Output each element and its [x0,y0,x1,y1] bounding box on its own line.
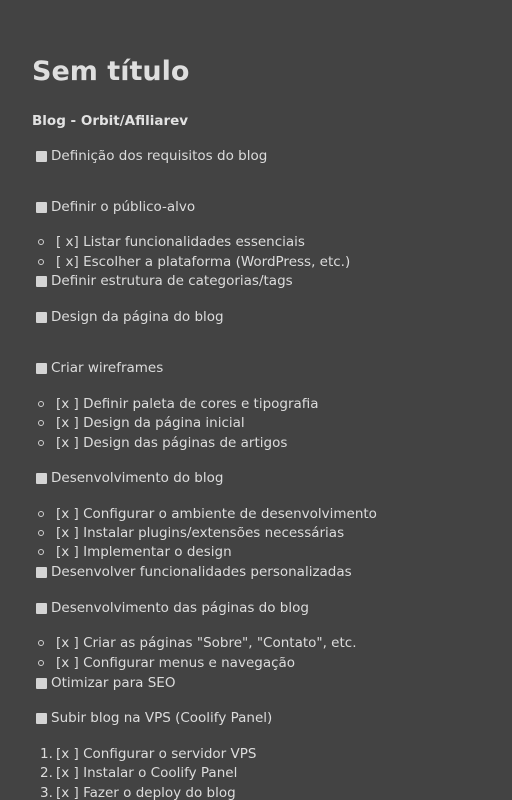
list-item-label: [x ] Configurar o ambiente de desenvolvi… [56,506,377,522]
checkbox-icon[interactable] [36,677,47,689]
task-item: Desenvolvimento do blog [36,469,223,487]
list-item: [x ] Instalar plugins/extensões necessár… [38,524,344,542]
bullet-icon [38,530,44,536]
task-item: Otimizar para SEO [36,674,175,692]
list-item-label: [x ] Design das páginas de artigos [56,435,288,451]
task-label: Desenvolver funcionalidades personalizad… [51,564,352,580]
bullet-icon [38,239,44,245]
task-item: Definir o público-alvo [36,198,195,216]
list-item-label: [ x] Listar funcionalidades essenciais [56,234,305,250]
bullet-icon [38,420,44,426]
checkbox-icon[interactable] [36,275,47,287]
list-item: [x ] Implementar o design [38,543,232,561]
task-label: Otimizar para SEO [51,675,176,691]
item-number: 3. [40,785,53,800]
checkbox-icon[interactable] [36,712,47,724]
task-label: Desenvolvimento do blog [51,470,224,486]
numbered-item-label: [x ] Configurar o servidor VPS [56,746,257,762]
page-title[interactable]: Sem título [32,55,189,89]
task-item: Subir blog na VPS (Coolify Panel) [36,709,272,727]
task-item: Desenvolver funcionalidades personalizad… [36,563,352,581]
checkbox-icon[interactable] [36,472,47,484]
numbered-item: 2. [x ] Instalar o Coolify Panel [40,764,237,782]
task-item: Design da página do blog [36,308,224,326]
numbered-item: 3. [x ] Fazer o deploy do blog [40,784,236,800]
task-item: Criar wireframes [36,359,163,377]
list-item-label: [x ] Design da página inicial [56,415,245,431]
bullet-icon [38,259,44,265]
task-label: Definir estrutura de categorias/tags [51,273,293,289]
checkbox-icon[interactable] [36,150,47,162]
bullet-icon [38,440,44,446]
list-item: [x ] Criar as páginas "Sobre", "Contato"… [38,634,357,652]
section-heading: Blog - Orbit/Afiliarev [32,113,189,129]
list-item-label: [ x] Escolher a plataforma (WordPress, e… [56,254,351,270]
list-item-label: [x ] Configurar menus e navegação [56,655,296,671]
list-item: [x ] Design da página inicial [38,414,245,432]
list-item-label: [x ] Criar as páginas "Sobre", "Contato"… [56,635,357,651]
task-item: Definição dos requisitos do blog [36,147,267,165]
list-item-label: [x ] Definir paleta de cores e tipografi… [56,396,319,412]
item-number: 1. [40,746,53,762]
bullet-icon [38,549,44,555]
list-item: [x ] Design das páginas de artigos [38,434,287,452]
task-label: Design da página do blog [51,309,224,325]
bullet-icon [38,401,44,407]
task-label: Definição dos requisitos do blog [51,148,268,164]
item-number: 2. [40,765,53,781]
checkbox-icon[interactable] [36,311,47,323]
task-label: Desenvolvimento das páginas do blog [51,600,309,616]
checkbox-icon[interactable] [36,201,47,213]
checkbox-icon[interactable] [36,362,47,374]
list-item-label: [x ] Implementar o design [56,544,232,560]
numbered-item-label: [x ] Instalar o Coolify Panel [56,765,238,781]
list-item: [x ] Definir paleta de cores e tipografi… [38,395,319,413]
list-item: [ x] Listar funcionalidades essenciais [38,233,305,251]
numbered-item: 1. [x ] Configurar o servidor VPS [40,745,256,763]
checkbox-icon[interactable] [36,602,47,614]
task-item: Definir estrutura de categorias/tags [36,272,293,290]
task-label: Subir blog na VPS (Coolify Panel) [51,710,273,726]
task-label: Definir o público-alvo [51,199,196,215]
list-item: [x ] Configurar o ambiente de desenvolvi… [38,505,377,523]
list-item: [ x] Escolher a plataforma (WordPress, e… [38,253,350,271]
list-item-label: [x ] Instalar plugins/extensões necessár… [56,525,345,541]
task-item: Desenvolvimento das páginas do blog [36,599,309,617]
list-item: [x ] Configurar menus e navegação [38,654,295,672]
numbered-item-label: [x ] Fazer o deploy do blog [56,785,236,800]
bullet-icon [38,640,44,646]
bullet-icon [38,511,44,517]
checkbox-icon[interactable] [36,566,47,578]
task-label: Criar wireframes [51,360,164,376]
bullet-icon [38,660,44,666]
